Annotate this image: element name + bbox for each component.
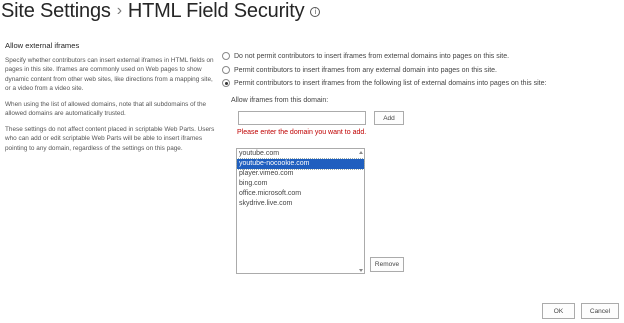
add-button[interactable]: Add	[374, 111, 404, 125]
domain-list-item[interactable]: skydrive.live.com	[237, 199, 364, 209]
scroll-down-arrow-icon[interactable]	[359, 269, 363, 272]
remove-button[interactable]: Remove	[370, 257, 404, 272]
domain-list-item[interactable]: office.microsoft.com	[237, 189, 364, 199]
ok-button[interactable]: OK	[542, 303, 575, 319]
domain-list-item[interactable]: player.vimeo.com	[237, 169, 364, 179]
cancel-button[interactable]: Cancel	[581, 303, 619, 319]
domain-list-item-selected[interactable]: youtube-nocookie.com	[236, 158, 365, 170]
allow-domain-label: Allow iframes from this domain:	[231, 97, 329, 104]
page-title: Site Settings › HTML Field Security i	[1, 0, 321, 28]
breadcrumb-separator: ›	[116, 2, 122, 19]
option-label: Do not permit contributors to insert ifr…	[234, 52, 510, 60]
error-message: Please enter the domain you want to add.	[237, 129, 367, 136]
radio-button[interactable]	[222, 52, 230, 60]
description-paragraph-1: Specify whether contributors can insert …	[5, 57, 214, 92]
description-paragraph-2: When using the list of allowed domains, …	[5, 101, 207, 118]
scroll-up-arrow-icon[interactable]	[359, 151, 363, 154]
domain-list-item[interactable]: youtube.com	[237, 149, 364, 159]
info-icon[interactable]: i	[310, 7, 321, 17]
radio-button[interactable]	[222, 66, 230, 74]
option-do-not-permit[interactable]: Do not permit contributors to insert ifr…	[222, 52, 509, 60]
radio-button-selected[interactable]	[222, 79, 230, 87]
option-label: Permit contributors to insert iframes fr…	[234, 79, 547, 87]
breadcrumb-site-settings[interactable]: Site Settings	[1, 0, 111, 22]
section-heading: Allow external iframes	[5, 41, 80, 50]
domain-input[interactable]	[238, 111, 366, 125]
domain-list-item[interactable]: bing.com	[237, 179, 364, 189]
domain-list[interactable]: youtube.com youtube-nocookie.com player.…	[236, 148, 365, 274]
option-permit-list[interactable]: Permit contributors to insert iframes fr…	[222, 79, 546, 87]
page-title-text: HTML Field Security	[127, 0, 305, 22]
description-paragraph-3: These settings do not affect content pla…	[5, 126, 215, 152]
option-label: Permit contributors to insert iframes fr…	[234, 66, 498, 74]
option-permit-any[interactable]: Permit contributors to insert iframes fr…	[222, 66, 497, 74]
